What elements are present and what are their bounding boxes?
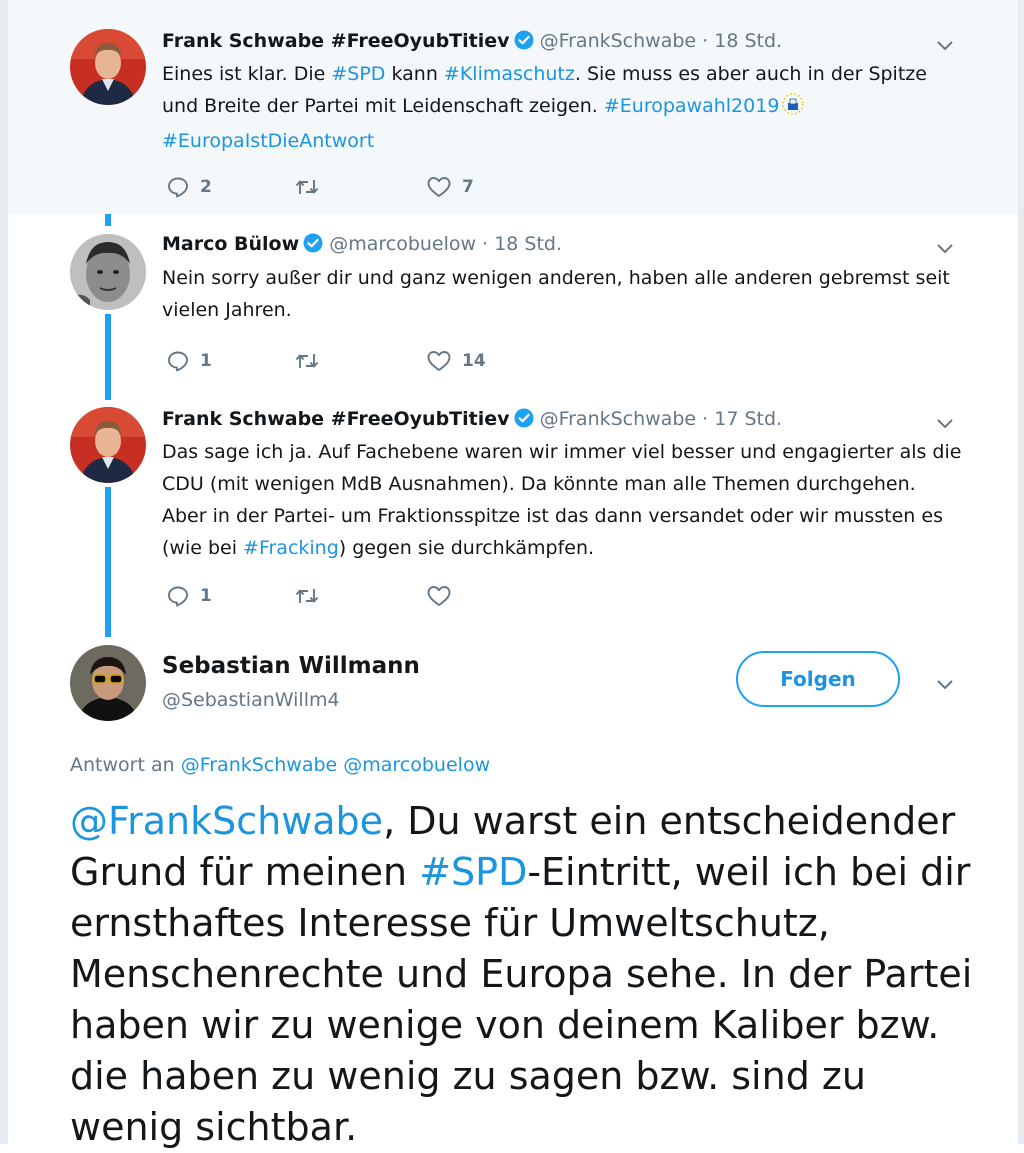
reply-icon [168,177,188,198]
hashtag-link[interactable]: #Klimaschutz [444,63,575,85]
tweet-timestamp[interactable]: 18 Std. [714,30,782,52]
author-handle[interactable]: @FrankSchwabe [540,30,697,52]
retweet-button[interactable] [294,172,330,202]
author-name[interactable]: Frank Schwabe #FreeOyubTitiev [162,408,510,430]
author-name[interactable]: Frank Schwabe #FreeOyubTitiev [162,30,510,52]
text-part: ) gegen sie durchkämpfen. [338,537,595,559]
browser-frame-right [1018,0,1024,1144]
hashtag-link[interactable]: #SPD [331,63,385,85]
heart-icon [427,586,451,606]
tweet-timestamp[interactable]: 18 Std. [494,233,562,255]
follow-button[interactable]: Folgen [736,651,900,707]
tweet-header: Marco Bülow @marcobuelow · 18 Std. [162,233,562,258]
separator-dot: · [702,30,709,52]
text-part: kann [385,63,444,85]
text-part: Eines ist klar. Die [162,63,332,85]
reply-icon [168,351,188,372]
thread-tweet[interactable]: Frank Schwabe #FreeOyubTitiev @FrankSchw… [8,0,1018,214]
avatar[interactable] [70,407,146,483]
hashtag-link[interactable]: #Fracking [243,537,339,559]
retweet-button[interactable] [294,581,330,611]
like-count: 7 [462,177,474,197]
reply-button[interactable]: 1 [166,581,212,611]
main-tweet-text: @FrankSchwabe, Du warst ein entscheidend… [70,796,990,1153]
reply-button[interactable]: 2 [166,172,212,202]
retweet-icon [295,180,319,194]
author-handle[interactable]: @SebastianWillm4 [162,689,340,711]
separator-dot: · [702,408,709,430]
tweet-text: Eines ist klar. Die #SPD kann #Klimaschu… [162,58,962,157]
author-handle[interactable]: @FrankSchwabe [540,408,697,430]
hashtag-link[interactable]: #SPD [419,850,527,894]
author-name[interactable]: Marco Bülow [162,233,299,255]
reply-button[interactable]: 1 [166,346,212,376]
mention-link[interactable]: @FrankSchwabe [70,799,383,843]
tweet-timestamp[interactable]: 17 Std. [714,408,782,430]
hashtag-link[interactable]: #Europawahl2019 [604,95,780,117]
author-handle[interactable]: @marcobuelow [329,233,476,255]
avatar[interactable] [70,29,146,105]
reply-to-handles[interactable]: @FrankSchwabe @marcobuelow [181,754,490,776]
reply-count: 1 [200,351,212,371]
main-tweet-author: Sebastian Willmann @SebastianWillm4 Folg… [8,629,1018,739]
separator-dot: · [482,233,489,255]
like-button[interactable]: 14 [426,346,486,376]
avatar[interactable] [70,234,146,310]
author-name[interactable]: Sebastian Willmann [162,653,420,679]
heart-icon [427,177,451,197]
tweet-text: Das sage ich ja. Auf Fachebene waren wir… [162,436,962,564]
reply-count: 2 [200,177,212,197]
thread-tweet[interactable]: Frank Schwabe #FreeOyubTitiev @FrankSchw… [8,389,1018,629]
verified-badge-icon [303,233,323,258]
tweet-conversation: Frank Schwabe #FreeOyubTitiev @FrankSchw… [8,0,1018,1149]
verified-badge-icon [514,408,534,433]
tweet-header: Frank Schwabe #FreeOyubTitiev @FrankSchw… [162,30,782,55]
text-part: Nein sorry außer dir und ganz wenigen an… [162,267,950,321]
retweet-icon [295,589,319,603]
reply-context: Antwort an @FrankSchwabe @marcobuelow [70,754,490,776]
chevron-down-icon[interactable] [934,673,956,695]
tweet-header: Frank Schwabe #FreeOyubTitiev @FrankSchw… [162,408,782,433]
like-button[interactable] [426,581,462,611]
reply-count: 1 [200,586,212,606]
retweet-icon [295,354,319,368]
ballot-box-emoji-icon [782,93,805,125]
hashtag-link[interactable]: #EuropaIstDieAntwort [162,130,374,152]
reply-to-prefix: Antwort an [70,754,175,776]
chevron-down-icon[interactable] [934,34,956,56]
verified-badge-icon [514,30,534,55]
like-button[interactable]: 7 [426,172,474,202]
tweet-text: Nein sorry außer dir und ganz wenigen an… [162,262,962,326]
browser-frame-left [0,0,8,1144]
like-count: 14 [462,351,486,371]
chevron-down-icon[interactable] [934,412,956,434]
retweet-button[interactable] [294,346,330,376]
heart-icon [427,351,451,371]
thread-tweet[interactable]: Marco Bülow @marcobuelow · 18 Std. Nein … [8,214,1018,389]
avatar[interactable] [70,645,146,721]
chevron-down-icon[interactable] [934,237,956,259]
reply-icon [168,586,188,607]
text-part: -Eintritt, weil ich bei dir ernsthaftes … [70,850,973,1149]
